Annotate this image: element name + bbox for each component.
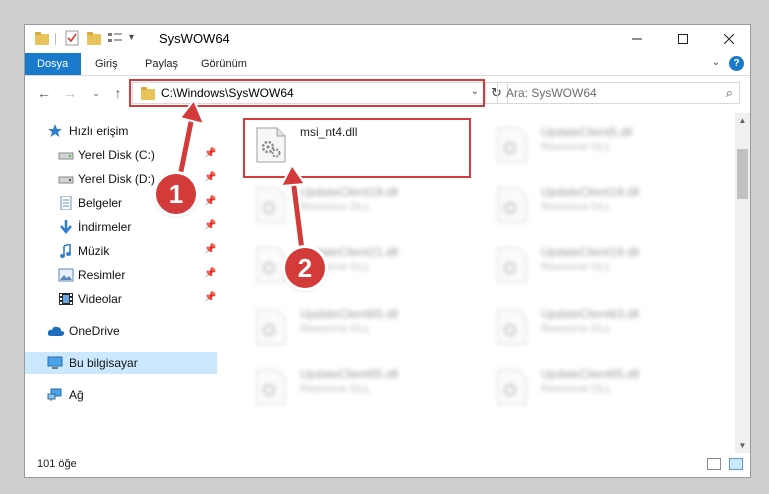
help-button[interactable]: ? [729,56,744,71]
file-highlight-box [243,118,471,178]
dll-file-icon [497,247,527,283]
file-item[interactable]: UpdateClient21.dll Resource DLL [244,239,454,291]
explorer-window: ▾ SysWOW64 Dosya Giriş Paylaş Görünüm ⌄ … [24,24,751,478]
item-count: 101 öğe [37,458,77,470]
tab-home[interactable]: Giriş [83,53,130,75]
sidebar-item-onedrive[interactable]: OneDrive [25,320,217,342]
file-name: UpdateClient19.dll [300,185,399,199]
file-type: Resource DLL [300,201,371,213]
file-type: Resource DLL [300,323,371,335]
step-1-badge: 1 [156,174,196,214]
file-type: Resource DLL [541,383,612,395]
search-icon: ⌕ [725,85,733,100]
drive-icon [58,172,74,186]
separator [55,33,56,45]
expand-ribbon-icon[interactable]: ⌄ [712,57,720,68]
sidebar-item-pictures[interactable]: Resimler 📌 [25,264,217,286]
file-type: Resource DLL [541,261,612,273]
file-name: UpdateClient63.dll [541,307,640,321]
pin-icon[interactable]: 📌 [204,148,216,159]
file-name: UpdateClient65.dll [541,367,640,381]
dll-file-icon [497,369,527,405]
network-icon [47,388,63,402]
file-item[interactable]: UpdateClient65.dll Resource DLL [485,361,695,413]
file-item[interactable]: UpdateClient65.dll Resource DLL [244,361,454,413]
scroll-up-icon[interactable]: ▲ [735,113,750,128]
large-icons-view-icon[interactable] [729,458,743,470]
scrollbar-thumb[interactable] [737,149,748,199]
pin-icon[interactable]: 📌 [204,268,216,279]
window-title: SysWOW64 [159,31,230,46]
dll-file-icon [497,127,527,163]
pin-icon[interactable]: 📌 [204,220,216,231]
computer-icon [47,356,63,370]
back-button[interactable]: ← [35,84,53,102]
cloud-icon [47,324,65,338]
file-item[interactable]: UpdateClient5.dll Resource DLL [485,119,695,171]
recent-locations-button[interactable]: ⌄ [87,84,105,102]
file-item[interactable]: UpdateClient65.dll Resource DLL [244,301,454,353]
search-input[interactable]: Ara: SysWOW64 ⌕ [497,82,740,104]
status-bar: 101 öğe [25,453,750,477]
dll-file-icon [256,187,286,223]
file-name: UpdateClient19.dll [541,245,640,259]
sidebar-item-this-pc[interactable]: Bu bilgisayar [25,352,217,374]
file-name: UpdateClient5.dll [541,125,633,139]
dll-file-icon [497,187,527,223]
navigation-pane: Hızlı erişim Yerel Disk (C:) 📌 Yerel Dis… [25,113,217,453]
drive-icon [58,148,74,162]
star-icon [47,124,63,138]
tab-view[interactable]: Görünüm [189,53,259,75]
forward-button[interactable]: → [61,84,79,102]
file-type: Resource DLL [541,323,612,335]
sidebar-item-disk-c[interactable]: Yerel Disk (C:) 📌 [25,144,217,166]
address-highlight-box [129,79,485,107]
pin-icon[interactable]: 📌 [204,196,216,207]
vertical-scrollbar[interactable]: ▲ ▼ [735,113,750,453]
file-item[interactable]: UpdateClient19.dll Resource DLL [485,239,695,291]
documents-icon [58,196,74,210]
videos-icon [58,292,74,306]
dll-file-icon [497,309,527,345]
search-placeholder: Ara: SysWOW64 [506,86,597,100]
tab-share[interactable]: Paylaş [133,53,190,75]
properties-icon[interactable] [65,30,79,48]
ribbon: Dosya Giriş Paylaş Görünüm ⌄ ? [25,53,750,76]
file-type: Resource DLL [541,141,612,153]
close-button[interactable] [706,25,750,53]
file-name: UpdateClient19.dll [541,185,640,199]
sidebar-item-quick-access[interactable]: Hızlı erişim [25,120,217,142]
details-view-icon[interactable] [707,458,721,470]
file-item[interactable]: UpdateClient19.dll Resource DLL [485,179,695,231]
title-bar: ▾ SysWOW64 [25,25,750,53]
customize-toolbar-icon[interactable]: ▾ [129,32,134,50]
file-name: UpdateClient65.dll [300,307,399,321]
tab-file[interactable]: Dosya [25,53,81,75]
file-item[interactable]: UpdateClient63.dll Resource DLL [485,301,695,353]
pin-icon[interactable]: 📌 [204,172,216,183]
downloads-icon [58,220,74,234]
sidebar-item-downloads[interactable]: İndirmeler 📌 [25,216,217,238]
sidebar-item-videos[interactable]: Videolar 📌 [25,288,217,310]
music-icon [58,244,74,258]
dll-file-icon [256,247,286,283]
file-type: Resource DLL [300,383,371,395]
scroll-down-icon[interactable]: ▼ [735,438,750,453]
view-options-icon[interactable] [107,30,125,48]
pin-icon[interactable]: 📌 [204,292,216,303]
maximize-button[interactable] [660,25,706,53]
minimize-button[interactable] [614,25,660,53]
step-2-badge: 2 [285,248,325,288]
pictures-icon [58,268,74,282]
up-button[interactable]: ↑ [109,84,127,102]
sidebar-item-network[interactable]: Ağ [25,384,217,406]
dll-file-icon [256,309,286,345]
dll-file-icon [256,369,286,405]
file-type: Resource DLL [541,201,612,213]
file-item[interactable]: UpdateClient19.dll Resource DLL [244,179,454,231]
pin-icon[interactable]: 📌 [204,244,216,255]
sidebar-item-music[interactable]: Müzik 📌 [25,240,217,262]
file-name: UpdateClient65.dll [300,367,399,381]
